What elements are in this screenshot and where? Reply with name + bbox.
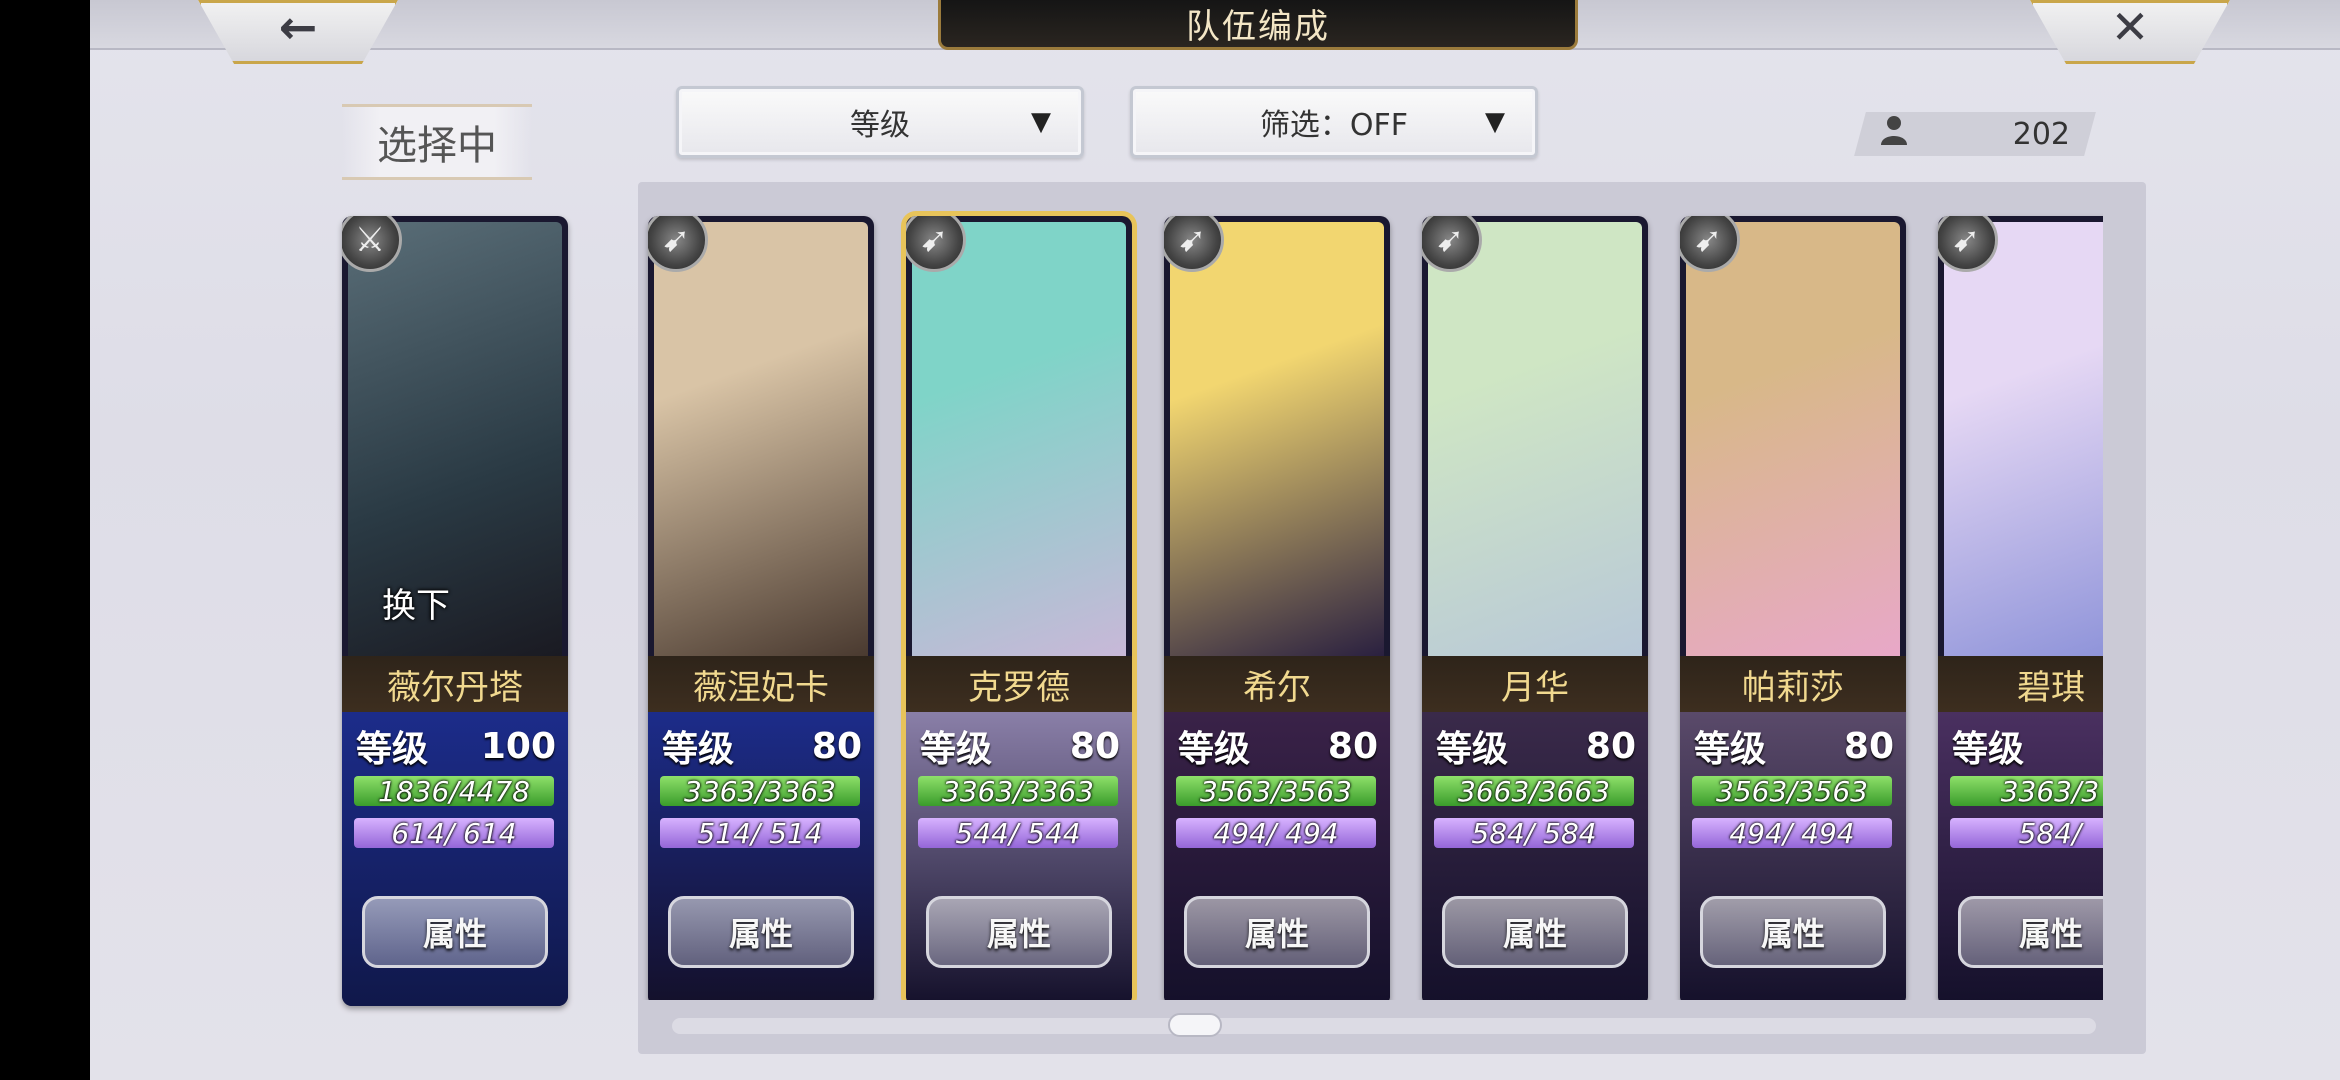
character-name: 碧琪 [1938, 656, 2103, 712]
level-row: 等级 100 [356, 720, 556, 772]
selecting-label: 选择中 [342, 104, 532, 180]
back-button[interactable]: ← [198, 0, 398, 64]
character-portrait [1428, 222, 1642, 656]
level-row: 等级 80 [662, 720, 862, 772]
character-stats: 等级 80 3663/3663 584/ 584 属性 [1422, 712, 1648, 1000]
character-stats: 等级 80 3363/3 584/属性 [1938, 712, 2103, 1000]
level-label: 等级 [1694, 729, 1767, 770]
sort-dropdown[interactable]: 等级 ▼ [676, 86, 1084, 158]
character-card[interactable]: ➹ 希尔 等级 80 3563/3563 494/ 494 属性 [1164, 216, 1390, 1000]
character-name: 薇涅妃卡 [648, 656, 874, 712]
level-label: 等级 [1952, 729, 2025, 770]
attributes-button[interactable]: 属性 [1442, 896, 1628, 968]
character-portrait [1944, 222, 2103, 656]
level-row: 等级 80 [920, 720, 1120, 772]
character-portrait [1686, 222, 1900, 656]
level-label: 等级 [920, 729, 993, 770]
character-name: 月华 [1422, 656, 1648, 712]
sp-bar: 544/ 544 [918, 817, 1118, 850]
character-name: 希尔 [1164, 656, 1390, 712]
sp-bar: 514/ 514 [660, 817, 860, 850]
level-row: 等级 80 [1694, 720, 1894, 772]
hp-bar: 3563/3563 [1692, 775, 1892, 808]
attributes-button[interactable]: 属性 [668, 896, 854, 968]
filter-dropdown-value: 筛选：OFF [1259, 108, 1409, 143]
sp-bar: 584/ [1950, 817, 2103, 850]
character-portrait [348, 222, 562, 656]
hp-bar: 3663/3663 [1434, 775, 1634, 808]
unit-count-value: 202 [2012, 116, 2070, 152]
level-label: 等级 [662, 729, 735, 770]
close-icon: ✕ [2110, 0, 2150, 54]
attributes-button[interactable]: 属性 [1700, 896, 1886, 968]
selected-character-card[interactable]: ⚔ 换下 薇尔丹塔 等级 100 1836/4478 614/ 614 属性 [342, 216, 568, 1006]
level-value: 80 [1069, 725, 1120, 767]
level-label: 等级 [1436, 729, 1509, 770]
level-label: 等级 [356, 729, 429, 770]
character-portrait [654, 222, 868, 656]
filter-dropdown[interactable]: 筛选：OFF ▼ [1130, 86, 1538, 158]
attributes-button[interactable]: 属性 [362, 896, 548, 968]
person-icon [1880, 115, 1908, 153]
hp-bar: 1836/4478 [354, 775, 554, 808]
team-formation-screen: ← 队伍编成 ✕ 选择中 等级 ▼ 筛选：OFF ▼ 202 ⚔ 换下 薇尔丹塔… [90, 0, 2340, 1080]
character-portrait [912, 222, 1126, 656]
level-value: 80 [1843, 725, 1894, 767]
character-name: 克罗德 [906, 656, 1132, 712]
attributes-button[interactable]: 属性 [1184, 896, 1370, 968]
character-stats: 等级 80 3563/3563 494/ 494 属性 [1164, 712, 1390, 1000]
level-value: 80 [1327, 725, 1378, 767]
level-value: 100 [480, 725, 556, 767]
sort-dropdown-value: 等级 [850, 108, 910, 143]
swap-out-label[interactable]: 换下 [382, 578, 450, 627]
scrollbar-thumb[interactable] [1168, 1013, 1222, 1037]
character-stats: 等级 100 1836/4478 614/ 614 属性 [342, 712, 568, 1006]
character-card[interactable]: ➹碧琪等级803363/3584/属性 [1938, 216, 2103, 1000]
back-arrow-icon: ← [278, 0, 318, 54]
level-row: 等级 80 [1952, 720, 2103, 772]
character-name: 帕莉莎 [1680, 656, 1906, 712]
hp-bar: 3363/3363 [918, 775, 1118, 808]
character-portrait [1170, 222, 1384, 656]
character-name: 薇尔丹塔 [342, 656, 568, 712]
sp-bar: 584/ 584 [1434, 817, 1634, 850]
character-stats: 等级 80 3563/3563 494/ 494 属性 [1680, 712, 1906, 1000]
roster-scrollbar[interactable] [672, 1018, 2096, 1034]
attributes-button[interactable]: 属性 [1958, 896, 2103, 968]
character-card[interactable]: ➹ 月华 等级 80 3663/3663 584/ 584 属性 [1422, 216, 1648, 1000]
level-row: 等级 80 [1178, 720, 1378, 772]
hp-bar: 3363/3 [1950, 775, 2103, 808]
level-row: 等级 80 [1436, 720, 1636, 772]
level-value: 80 [2102, 726, 2103, 767]
character-stats: 等级 80 3363/3363 544/ 544 属性 [906, 712, 1132, 1000]
unit-count: 202 [1870, 112, 2080, 156]
hp-bar: 3563/3563 [1176, 775, 1376, 808]
sp-bar: 494/ 494 [1692, 817, 1892, 850]
character-stats: 等级 80 3363/3363 514/ 514 属性 [648, 712, 874, 1000]
level-label: 等级 [1178, 729, 1251, 770]
character-card[interactable]: ➹ 帕莉莎 等级 80 3563/3563 494/ 494 属性 [1680, 216, 1906, 1000]
hp-bar: 3363/3363 [660, 775, 860, 808]
attributes-button[interactable]: 属性 [926, 896, 1112, 968]
character-roster[interactable]: ➹ 薇涅妃卡 等级 80 3363/3363 514/ 514 属性 ➹ 克罗德 等级 80 3363… [638, 200, 2103, 1000]
level-value: 80 [1585, 725, 1636, 767]
chevron-down-icon: ▼ [1031, 107, 1051, 137]
chevron-down-icon: ▼ [1485, 107, 1505, 137]
page-title: 队伍编成 [938, 0, 1578, 50]
close-button[interactable]: ✕ [2030, 0, 2230, 64]
level-value: 80 [811, 725, 862, 767]
character-card[interactable]: ➹ 克罗德 等级 80 3363/3363 544/ 544 属性 [906, 216, 1132, 1000]
character-card[interactable]: ➹ 薇涅妃卡 等级 80 3363/3363 514/ 514 属性 [648, 216, 874, 1000]
sp-bar: 614/ 614 [354, 817, 554, 850]
sp-bar: 494/ 494 [1176, 817, 1376, 850]
